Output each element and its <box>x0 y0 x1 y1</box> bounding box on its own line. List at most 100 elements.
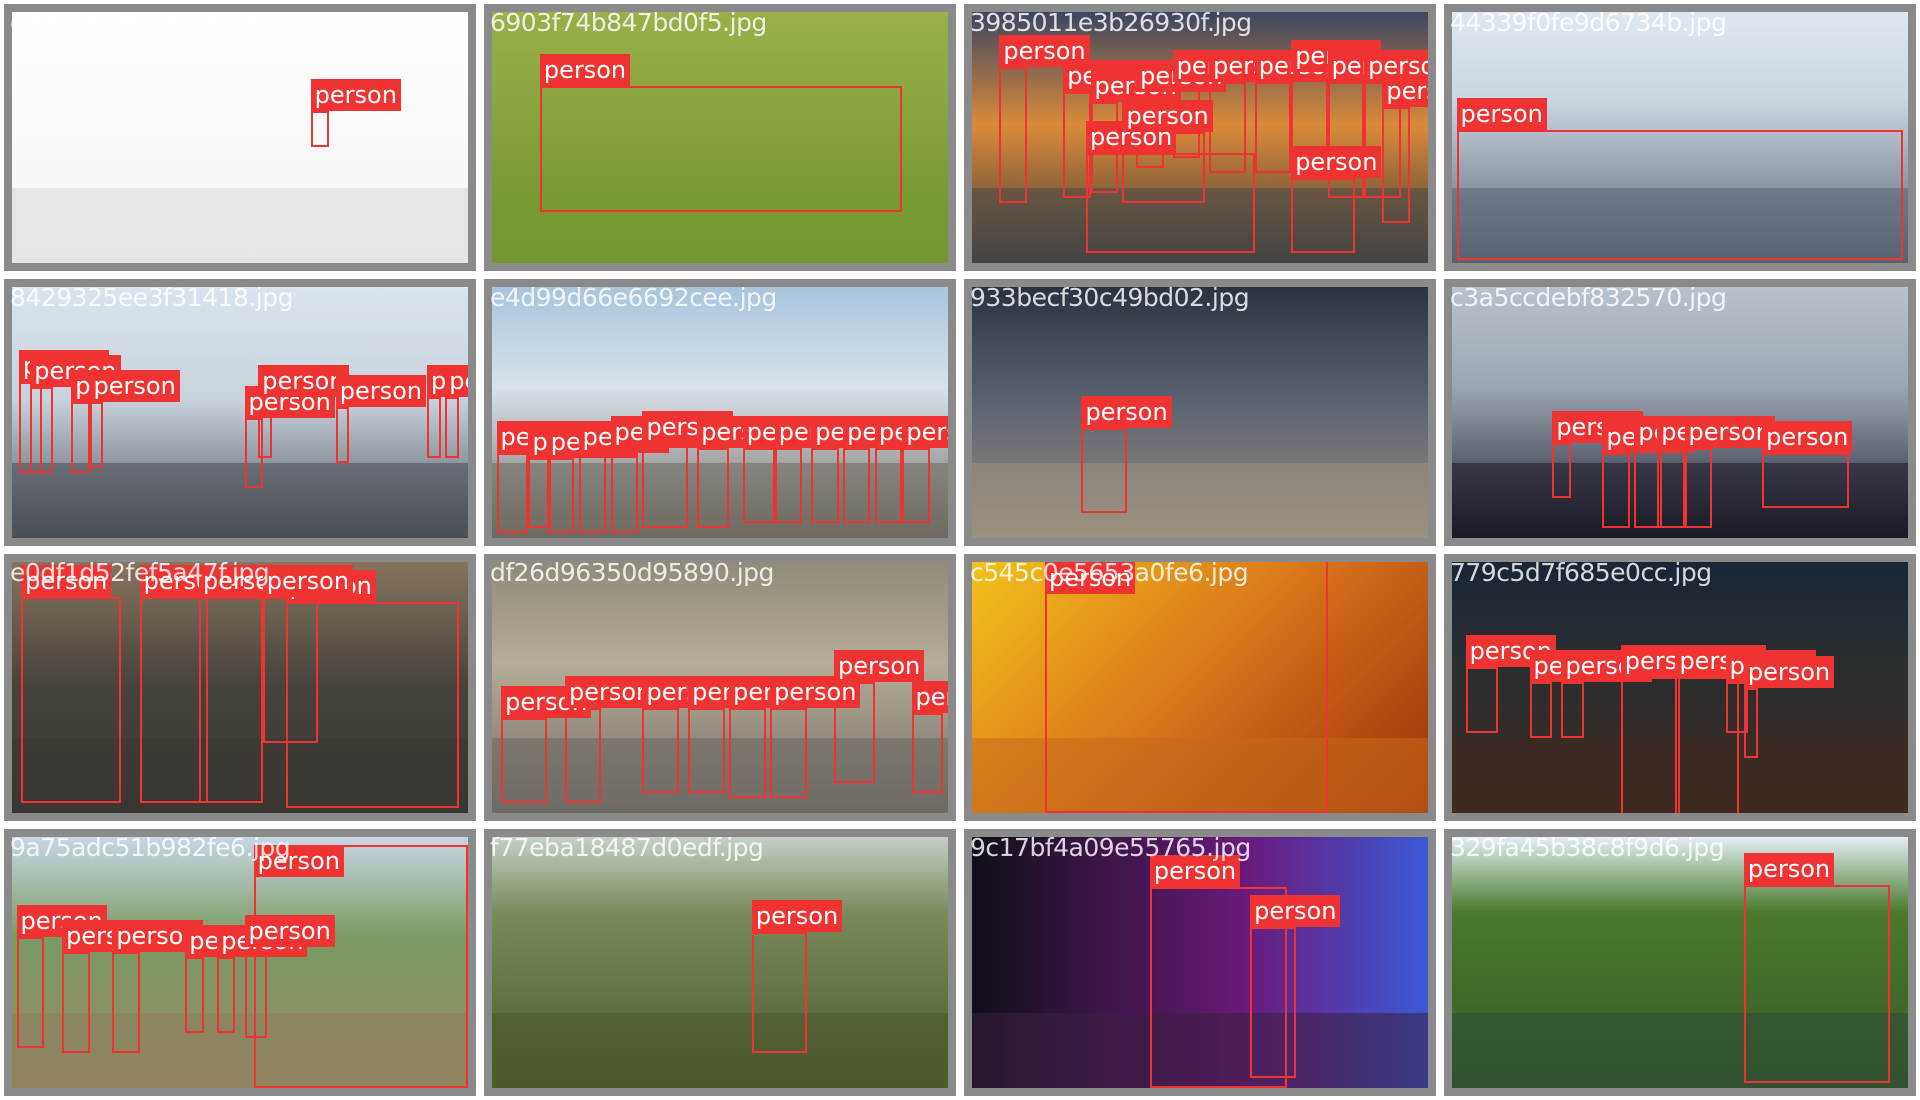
detection-box <box>198 597 263 803</box>
result-tile[interactable]: personpersonpersonpersonpersonpersonpers… <box>480 550 960 825</box>
result-tile[interactable]: person f77eba18487d0edf.jpg <box>480 825 960 1100</box>
detection-box <box>1657 447 1685 528</box>
detection-box <box>729 707 766 798</box>
detection-box <box>1552 442 1571 498</box>
detection-label: person <box>335 375 427 408</box>
detection-box <box>1743 884 1890 1083</box>
detection-box <box>71 402 90 473</box>
detection-label: person <box>89 370 180 403</box>
result-tile[interactable]: personpersonpersonpersonpersonpersonpers… <box>0 825 480 1100</box>
detection-box <box>688 707 725 793</box>
detection-label: person <box>1456 97 1547 130</box>
result-photo: personpersonpersonpersonpersonperson <box>1452 287 1908 538</box>
result-photo: person <box>1452 837 1908 1088</box>
result-tile[interactable]: personpersonpersonpersonpersonpersonpers… <box>0 275 480 550</box>
detection-box <box>1465 667 1498 733</box>
detection-box <box>1529 682 1553 738</box>
detection-box <box>253 844 468 1088</box>
result-tile[interactable]: person 44339f0fe9d6734b.jpg <box>1440 0 1920 275</box>
result-tile[interactable]: person c545c0e5653a0fe6.jpg <box>960 550 1440 825</box>
detection-label: person <box>751 900 843 933</box>
detection-label: person <box>539 54 631 87</box>
result-photo: personpersonpersonpersonpersonpersonpers… <box>492 562 948 813</box>
detection-label: person <box>21 565 112 598</box>
result-photo: personpersonpersonpersonpersonpersonpers… <box>972 12 1428 263</box>
detection-label: person <box>244 915 335 948</box>
detection-box <box>564 707 602 803</box>
detection-label: person <box>445 365 468 398</box>
detection-box <box>501 717 547 803</box>
result-tile[interactable]: personpersonpersonpersonpersone0df1d52fe… <box>0 550 480 825</box>
result-tile[interactable]: personpersonpersonpersonpersonpersonpers… <box>480 275 960 550</box>
result-photo: person <box>12 12 468 263</box>
detection-box <box>185 957 204 1033</box>
result-photo: person <box>972 287 1428 538</box>
result-tile[interactable]: person person 9c17bf4a09e55765.jpg <box>960 825 1440 1100</box>
detection-box <box>21 597 122 803</box>
result-photo: personpersonpersonpersonpersonpersonpers… <box>492 287 948 538</box>
result-tile[interactable]: person 329fa45b38c8f9d6.jpg <box>1440 825 1920 1100</box>
result-photo: person <box>492 12 948 263</box>
scene-ground <box>12 187 468 263</box>
detection-box <box>139 597 209 803</box>
scene-ground <box>972 462 1428 538</box>
detection-label: person <box>1291 145 1382 178</box>
detection-box <box>546 457 575 533</box>
result-photo: person person <box>972 837 1428 1088</box>
detection-label: person <box>902 415 948 448</box>
result-tile[interactable]: personpersonpersonpersonpersonpersonc3a5… <box>1440 275 1920 550</box>
detection-box <box>843 447 871 523</box>
detection-box <box>1081 427 1128 513</box>
detection-box <box>1044 562 1328 813</box>
detection-box <box>1684 447 1712 528</box>
detection-box <box>496 452 529 533</box>
result-tile[interactable]: personpersonpersonpersonpersonpersonpers… <box>960 0 1440 275</box>
detection-label: person <box>310 79 401 112</box>
detection-box <box>1382 107 1410 223</box>
detection-box <box>30 387 54 473</box>
detection-box <box>1743 687 1758 758</box>
detection-label: person <box>1762 420 1853 453</box>
detection-label: person <box>1743 655 1835 688</box>
detection-label: person <box>1149 855 1241 888</box>
scene-ground <box>492 1012 948 1088</box>
detection-label: person <box>262 565 354 598</box>
detection-box <box>811 447 839 523</box>
result-tile[interactable]: personpersonpersonpersonpersonpersonpers… <box>1440 550 1920 825</box>
detection-box <box>1250 927 1296 1078</box>
detection-box <box>426 397 441 458</box>
detection-box <box>751 932 807 1053</box>
detection-label: person <box>834 650 925 683</box>
detection-box <box>1254 82 1292 173</box>
detection-box <box>642 442 689 528</box>
detection-box <box>642 707 679 793</box>
detection-box <box>217 957 236 1033</box>
detection-box <box>911 712 944 793</box>
detection-results-grid: person d88db60fe7ff6d45.jpg person 6903f74b… <box>0 0 1920 1100</box>
detection-box <box>89 402 104 468</box>
detection-box <box>16 937 44 1048</box>
detection-box <box>1620 677 1680 813</box>
detection-box <box>262 597 318 743</box>
result-tile[interactable]: person 6903f74b847bd0f5.jpg <box>480 0 960 275</box>
detection-label: person <box>1081 395 1172 428</box>
result-tile[interactable]: person d88db60fe7ff6d45.jpg <box>0 0 480 275</box>
detection-label: person <box>1743 852 1835 885</box>
detection-box <box>742 447 775 523</box>
detection-box <box>902 447 930 523</box>
detection-label: person <box>1122 100 1213 133</box>
detection-box <box>539 86 903 212</box>
detection-box <box>310 111 329 147</box>
result-photo: personpersonpersonpersonpersonpersonpers… <box>12 837 468 1088</box>
detection-box <box>578 452 606 533</box>
detection-box <box>1602 452 1630 528</box>
detection-box <box>610 447 638 533</box>
detection-label: person <box>1250 895 1341 928</box>
scene-ground <box>12 462 468 538</box>
detection-box <box>1561 682 1585 738</box>
detection-box <box>62 952 90 1053</box>
detection-box <box>1456 129 1904 261</box>
result-tile[interactable]: person 933becf30c49bd02.jpg <box>960 275 1440 550</box>
detection-box <box>112 952 140 1053</box>
result-photo: person <box>972 562 1428 813</box>
